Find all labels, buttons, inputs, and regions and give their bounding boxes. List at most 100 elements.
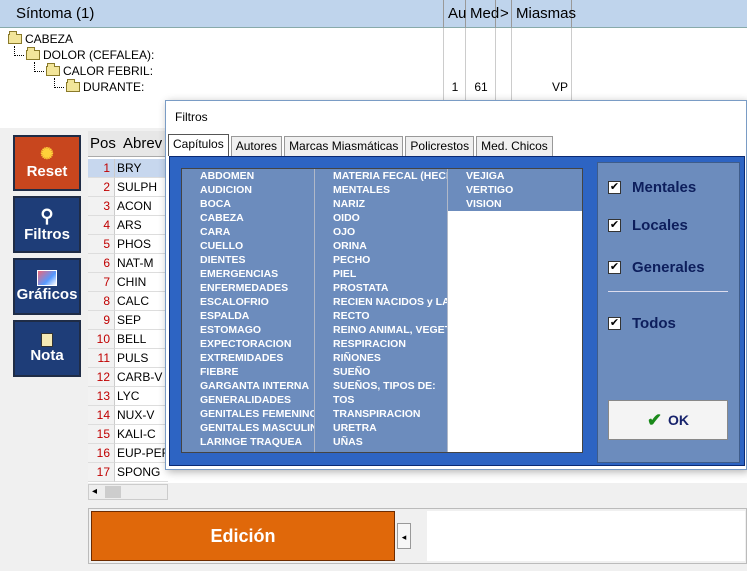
- chapter-item[interactable]: ESCALOFRIO: [182, 295, 314, 309]
- header-med[interactable]: Med: [466, 0, 499, 28]
- chapter-item[interactable]: VEJIGA: [448, 169, 582, 183]
- chapter-item[interactable]: RECTO: [315, 309, 447, 323]
- edit-area[interactable]: [427, 511, 745, 561]
- row-pos: 5: [88, 235, 115, 254]
- table-row[interactable]: 2 SULPH: [88, 178, 168, 197]
- chapter-item[interactable]: ABDOMEN: [182, 169, 314, 183]
- edicion-button[interactable]: Edición: [91, 511, 395, 561]
- tab-policrestos[interactable]: Policrestos: [405, 136, 475, 156]
- row-pos: 4: [88, 216, 115, 235]
- header-abrev[interactable]: Abrev: [123, 135, 162, 152]
- collapse-arrow-icon[interactable]: ◂: [397, 523, 411, 549]
- table-row[interactable]: 11 PULS: [88, 349, 168, 368]
- tree-node-durante[interactable]: DURANTE:: [54, 78, 144, 94]
- chapter-item[interactable]: CUELLO: [182, 239, 314, 253]
- table-row[interactable]: 12 CARB-V: [88, 368, 168, 387]
- header-pos[interactable]: Pos: [90, 135, 116, 152]
- nota-button[interactable]: Nota: [13, 320, 81, 377]
- check-icon[interactable]: ✔: [608, 181, 621, 194]
- table-row[interactable]: 10 BELL: [88, 330, 168, 349]
- header-miasmas[interactable]: Miasmas: [512, 0, 576, 28]
- filtros-button[interactable]: ⚲ Filtros: [13, 196, 81, 253]
- chapter-item[interactable]: OJO: [315, 225, 447, 239]
- check-icon[interactable]: ✔: [608, 219, 621, 232]
- table-row[interactable]: 6 NAT-M: [88, 254, 168, 273]
- chapter-item[interactable]: EMERGENCIAS: [182, 267, 314, 281]
- table-row[interactable]: 16 EUP-PER: [88, 444, 168, 463]
- scroll-left-icon[interactable]: ◂: [92, 486, 97, 497]
- chapter-item[interactable]: REINO ANIMAL, VEGETAL: [315, 323, 447, 337]
- tab-autores[interactable]: Autores: [230, 136, 283, 156]
- ok-button[interactable]: ✔ OK: [608, 400, 728, 440]
- chapter-item[interactable]: PROSTATA: [315, 281, 447, 295]
- chapter-item[interactable]: OIDO: [315, 211, 447, 225]
- table-row[interactable]: 8 CALC: [88, 292, 168, 311]
- table-row[interactable]: 14 NUX-V: [88, 406, 168, 425]
- check-icon[interactable]: ✔: [608, 317, 621, 330]
- chapter-item[interactable]: UÑAS: [315, 435, 447, 449]
- chapter-item[interactable]: RIÑONES: [315, 351, 447, 365]
- chapter-item[interactable]: RECIEN NACIDOS y LACTANTES: [315, 295, 447, 309]
- chapter-item[interactable]: TRANSPIRACION: [315, 407, 447, 421]
- row-pos: 3: [88, 197, 115, 216]
- table-row[interactable]: 4 ARS: [88, 216, 168, 235]
- chapter-item[interactable]: SUEÑO: [315, 365, 447, 379]
- mentales-checkbox[interactable]: ✔ Mentales: [608, 179, 696, 196]
- table-row[interactable]: 17 SPONG: [88, 463, 168, 482]
- generales-checkbox[interactable]: ✔ Generales: [608, 259, 705, 276]
- table-row[interactable]: 5 PHOS: [88, 235, 168, 254]
- chapter-item[interactable]: CABEZA: [182, 211, 314, 225]
- table-row[interactable]: 13 LYC: [88, 387, 168, 406]
- chapter-item[interactable]: GENITALES FEMENINOS: [182, 407, 314, 421]
- chapter-item[interactable]: CARA: [182, 225, 314, 239]
- table-row[interactable]: 7 CHIN: [88, 273, 168, 292]
- chapter-item[interactable]: PIEL: [315, 267, 447, 281]
- chapter-item[interactable]: FIEBRE: [182, 365, 314, 379]
- table-row[interactable]: 1 BRY: [88, 159, 168, 178]
- chapter-item[interactable]: AUDICION: [182, 183, 314, 197]
- chapter-item[interactable]: GARGANTA INTERNA: [182, 379, 314, 393]
- chapter-item[interactable]: BOCA: [182, 197, 314, 211]
- header-sintoma[interactable]: Síntoma (1): [0, 0, 444, 28]
- chapter-item[interactable]: GENERALIDADES: [182, 393, 314, 407]
- table-row[interactable]: 3 ACON: [88, 197, 168, 216]
- tree-node-dolor[interactable]: DOLOR (CEFALEA):: [14, 46, 154, 62]
- horizontal-scrollbar[interactable]: ◂: [88, 484, 168, 500]
- chapter-item[interactable]: NARIZ: [315, 197, 447, 211]
- header-au[interactable]: Au: [444, 0, 466, 28]
- tree-node-calor-febril[interactable]: CALOR FEBRIL:: [34, 62, 153, 78]
- header-gt[interactable]: >: [496, 0, 512, 28]
- table-row[interactable]: 9 SEP: [88, 311, 168, 330]
- chapter-item[interactable]: VERTIGO: [448, 183, 582, 197]
- chapter-item[interactable]: MENTALES: [315, 183, 447, 197]
- reset-button[interactable]: ✺ Reset: [13, 135, 81, 191]
- tree-node-cabeza[interactable]: CABEZA: [8, 31, 73, 46]
- chapter-item[interactable]: EXPECTORACION: [182, 337, 314, 351]
- row-abrev: SEP: [115, 311, 168, 330]
- row-abrev: CALC: [115, 292, 168, 311]
- graficos-button[interactable]: Gráficos: [13, 258, 81, 315]
- tab-capitulos[interactable]: Capítulos: [168, 134, 229, 156]
- chapter-item[interactable]: DIENTES: [182, 253, 314, 267]
- locales-checkbox[interactable]: ✔ Locales: [608, 217, 688, 234]
- chapter-item[interactable]: MATERIA FECAL (HECES): [315, 169, 447, 183]
- chapter-item[interactable]: URETRA: [315, 421, 447, 435]
- tab-marcas-miasmaticas[interactable]: Marcas Miasmáticas: [284, 136, 404, 156]
- check-icon[interactable]: ✔: [608, 261, 621, 274]
- chapter-item[interactable]: EXTREMIDADES: [182, 351, 314, 365]
- chapter-item[interactable]: SUEÑOS, TIPOS DE:: [315, 379, 447, 393]
- chapter-item[interactable]: PECHO: [315, 253, 447, 267]
- chapter-item[interactable]: RESPIRACION: [315, 337, 447, 351]
- chapter-item[interactable]: ESTOMAGO: [182, 323, 314, 337]
- chapter-item[interactable]: GENITALES MASCULINOS: [182, 421, 314, 435]
- chapter-item[interactable]: ENFERMEDADES: [182, 281, 314, 295]
- chapters-list[interactable]: ABDOMEN AUDICION BOCA CABEZA CARA CUELLO DIENT…: [181, 168, 583, 453]
- tab-med-chicos[interactable]: Med. Chicos: [476, 136, 553, 156]
- table-row[interactable]: 15 KALI-C: [88, 425, 168, 444]
- chapter-item[interactable]: TOS: [315, 393, 447, 407]
- chapter-item[interactable]: ESPALDA: [182, 309, 314, 323]
- chapter-item[interactable]: ORINA: [315, 239, 447, 253]
- todos-checkbox[interactable]: ✔ Todos: [608, 315, 676, 332]
- chapter-item[interactable]: VISION: [448, 197, 582, 211]
- chapter-item[interactable]: LARINGE TRAQUEA: [182, 435, 314, 449]
